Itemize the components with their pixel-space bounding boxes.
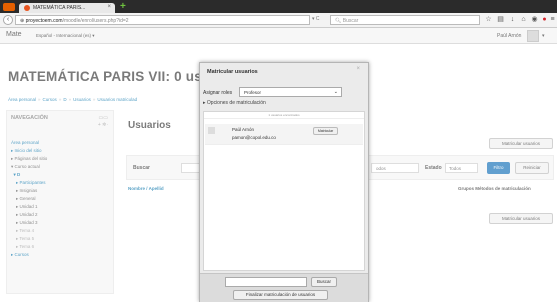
browser-search-input[interactable]: 🔍︎ Buscar: [330, 15, 480, 25]
dialog-search-button[interactable]: Buscar: [311, 277, 337, 287]
moodle-navbar: Mate Español - Internacional (es) ▾ Paúl…: [0, 28, 557, 44]
user-email: pamon@copol.edu.co: [232, 135, 276, 140]
user-results-list: 1 usuarios encontrados Paúl Arnón pamon@…: [203, 111, 365, 271]
menu-icon[interactable]: ≡: [548, 15, 557, 24]
finish-enrolling-button[interactable]: Finalizar matriculación de usuarios: [233, 290, 328, 300]
dialog-title: Matricular usuarios: [207, 69, 258, 75]
chat-icon[interactable]: ◉: [530, 15, 539, 24]
url-path: /moodle/enrol/users.php?id=2: [62, 18, 129, 24]
clipboard-icon[interactable]: ▤: [496, 15, 505, 24]
site-short-name[interactable]: Mate: [6, 31, 22, 38]
language-menu[interactable]: Español - Internacional (es) ▾: [36, 33, 95, 39]
browser-tab[interactable]: MATEMÁTICA PARIS... ×: [19, 3, 115, 13]
moodle-favicon-icon: [24, 5, 30, 11]
list-item: Paúl Arnón pamon@copol.edu.co Matricular: [205, 124, 363, 145]
role-value: Profesor: [244, 90, 262, 95]
enrolment-options-toggle[interactable]: ▸ Opciones de matriculación: [203, 100, 266, 106]
url-bar[interactable]: ⊕ proyectoem.com/moodle/enrol/users.php?…: [15, 15, 310, 25]
assign-roles-label: Asignar roles: [203, 90, 233, 96]
user-name: Paúl Arnón: [232, 127, 255, 132]
assign-roles-select[interactable]: Profesor ⌄: [239, 87, 342, 97]
browser-search-placeholder: Buscar: [342, 18, 359, 24]
dialog-search-input[interactable]: [225, 277, 307, 287]
back-arrow-icon[interactable]: ‹: [3, 15, 13, 25]
chevron-down-icon: ⌄: [333, 89, 338, 95]
chevron-down-icon[interactable]: ▾: [542, 33, 545, 39]
download-icon[interactable]: ↓: [508, 15, 517, 24]
url-host: proyectoem.com: [25, 18, 63, 24]
enrol-user-button[interactable]: Matricular: [313, 127, 338, 135]
tab-close-icon[interactable]: ×: [107, 4, 111, 10]
home-icon[interactable]: ⌂: [519, 15, 528, 24]
new-tab-icon[interactable]: +: [120, 2, 130, 12]
navigation-toolbar: ‹ ⊕ proyectoem.com/moodle/enrol/users.ph…: [0, 13, 557, 28]
search-icon: 🔍︎: [335, 18, 343, 24]
avatar: [208, 127, 215, 134]
reload-icon[interactable]: ▾ C: [312, 16, 320, 22]
results-count: 1 usuarios encontrados: [204, 113, 364, 119]
close-icon[interactable]: ×: [356, 66, 360, 72]
avatar[interactable]: [527, 30, 539, 42]
enrol-users-dialog: Matricular usuarios × Asignar roles Prof…: [199, 62, 369, 302]
star-icon[interactable]: ☆: [484, 15, 493, 24]
firefox-menu-button[interactable]: [3, 3, 15, 11]
dialog-footer: Buscar Finalizar matriculación de usuari…: [200, 273, 368, 302]
user-menu-name[interactable]: Paúl Arnón: [497, 33, 521, 39]
browser-tab-bar: MATEMÁTICA PARIS... × +: [0, 0, 557, 13]
tab-title: MATEMÁTICA PARIS...: [33, 5, 86, 11]
